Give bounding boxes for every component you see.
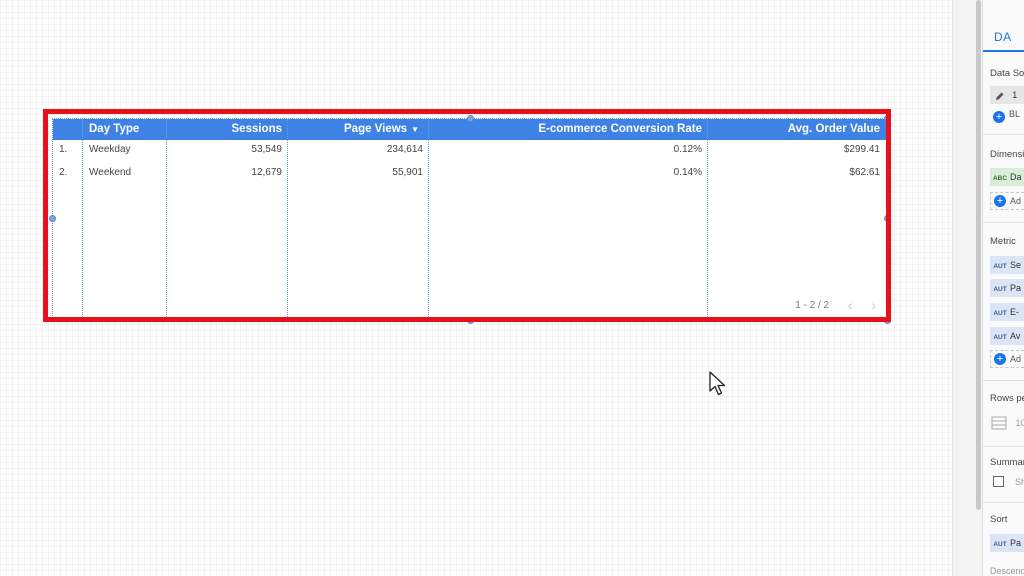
show-summary-label: Sh	[1015, 477, 1024, 487]
show-summary-checkbox[interactable]	[993, 476, 1004, 487]
column-header-page-views[interactable]: Page Views ▼	[288, 119, 429, 140]
data-source-title: Data Sou	[990, 68, 1024, 79]
cell-sessions: 12,679	[251, 167, 282, 178]
chevron-right-icon[interactable]: ›	[871, 297, 876, 313]
mouse-cursor-icon	[709, 371, 726, 396]
divider	[983, 502, 1024, 503]
data-source-chip[interactable]: 1	[990, 86, 1024, 104]
cell-conversion-rate: 0.14%	[673, 167, 702, 178]
sort-order-label[interactable]: Descend	[990, 566, 1024, 576]
add-metric-button[interactable]: + Ad	[990, 350, 1024, 368]
sort-desc-icon: ▼	[411, 125, 419, 134]
divider	[983, 446, 1024, 447]
sort-title: Sort	[990, 514, 1008, 525]
resize-handle-top[interactable]	[467, 115, 474, 122]
cell-day-type: Weekday	[89, 144, 131, 155]
rows-per-page-title: Rows pe	[990, 393, 1024, 404]
add-icon: +	[994, 353, 1006, 365]
pencil-icon[interactable]	[990, 88, 1010, 106]
table-icon	[991, 416, 1007, 430]
tab-data[interactable]: DA	[994, 30, 1012, 44]
properties-panel: DA Data Sou 1 +BL Dimensi ABCDa +Ad Metr…	[982, 0, 1024, 576]
add-icon: +	[994, 195, 1006, 207]
row-index: 1.	[59, 144, 68, 155]
column-header-day-type[interactable]: Day Type	[83, 119, 167, 140]
column-header-conversion-rate[interactable]: E-commerce Conversion Rate	[429, 119, 708, 140]
column-header-avg-order-value[interactable]: Avg. Order Value	[708, 119, 886, 140]
dimension-title: Dimensi	[990, 149, 1024, 160]
pagination: 1 - 2 / 2 ‹ ›	[795, 297, 876, 315]
metric-chip[interactable]: AUT E-	[990, 303, 1024, 321]
resize-handle-bottom-right[interactable]	[884, 317, 891, 324]
active-tab-indicator	[983, 50, 1024, 52]
cell-avg-order-value: $62.61	[849, 167, 880, 178]
blend-data-button[interactable]: + BL	[990, 109, 1020, 123]
summary-title: Summar	[990, 457, 1024, 468]
divider	[983, 222, 1024, 223]
divider	[983, 134, 1024, 135]
table-header: Day Type Sessions Page Views ▼ E-commerce…	[53, 119, 886, 140]
cell-sessions: 53,549	[251, 144, 282, 155]
metric-title: Metric	[990, 236, 1016, 247]
dimension-chip[interactable]: ABC Da	[990, 168, 1024, 186]
add-dimension-button[interactable]: + Ad	[990, 192, 1024, 210]
metric-chip[interactable]: AUT Pa	[990, 279, 1024, 297]
column-header-sessions[interactable]: Sessions	[167, 119, 288, 140]
chevron-left-icon[interactable]: ‹	[848, 297, 853, 313]
resize-handle-right[interactable]	[884, 215, 891, 222]
resize-handle-bottom[interactable]	[467, 317, 474, 324]
add-icon: +	[993, 111, 1005, 123]
resize-handle-left[interactable]	[49, 215, 56, 222]
cell-day-type: Weekend	[89, 167, 132, 178]
row-index: 2.	[59, 167, 68, 178]
resize-handle-top-right[interactable]	[884, 115, 891, 122]
metric-chip[interactable]: AUT Se	[990, 256, 1024, 274]
scrollbar-thumb[interactable]	[976, 0, 981, 510]
divider	[983, 380, 1024, 381]
pagination-label: 1 - 2 / 2	[795, 299, 830, 311]
cell-conversion-rate: 0.12%	[673, 144, 702, 155]
cell-page-views: 55,901	[392, 167, 423, 178]
data-table[interactable]: Day Type Sessions Page Views ▼ E-commerce…	[52, 118, 887, 320]
cell-page-views: 234,614	[386, 144, 423, 155]
rows-per-page-input[interactable]: 10	[991, 414, 1024, 432]
sort-chip[interactable]: AUT Pa	[990, 534, 1024, 552]
report-canvas: Day Type Sessions Page Views ▼ E-commerce…	[0, 0, 952, 576]
metric-chip[interactable]: AUT Av	[990, 327, 1024, 345]
cell-avg-order-value: $299.41	[843, 144, 880, 155]
